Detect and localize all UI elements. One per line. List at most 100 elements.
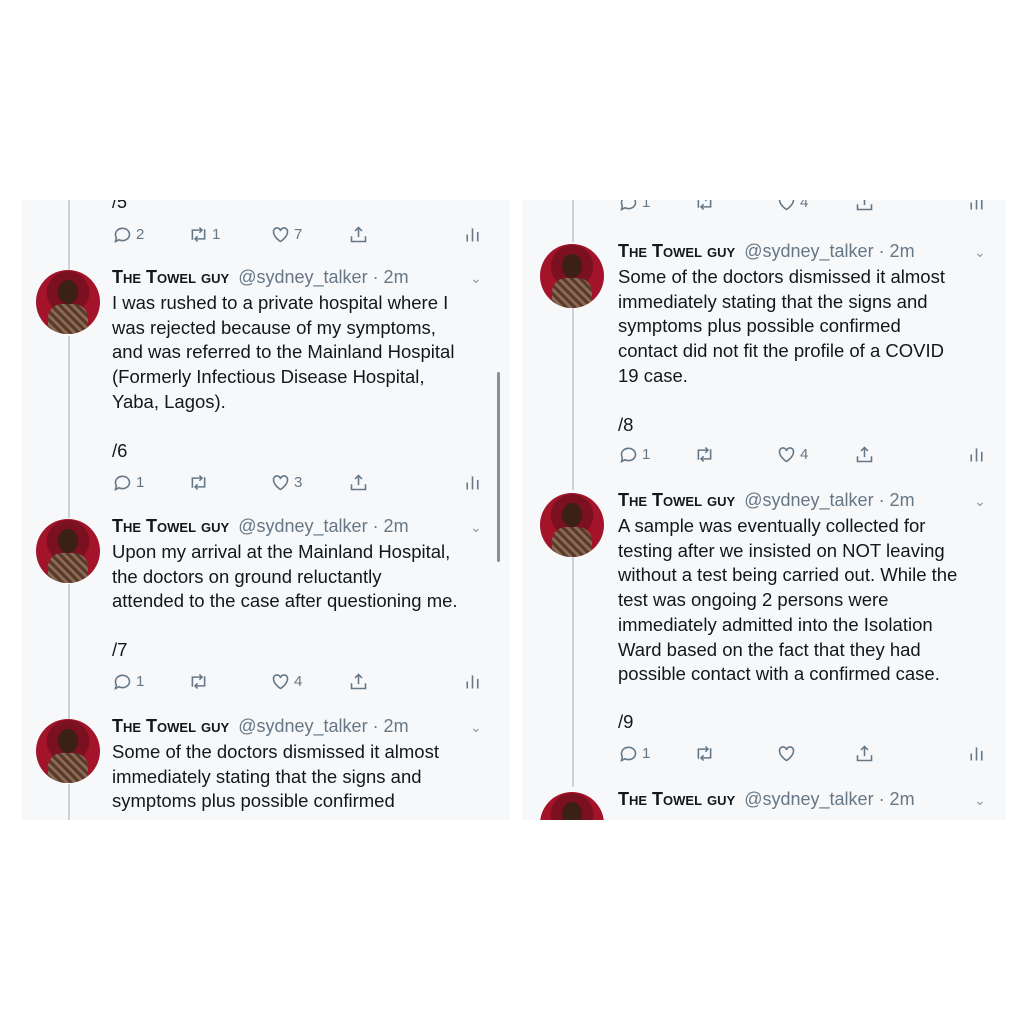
tweet-actions: 1 4 xyxy=(618,200,988,216)
retweet-button[interactable] xyxy=(188,472,209,493)
reply-icon xyxy=(620,200,637,211)
tweet-actions: 1 4 xyxy=(618,444,988,468)
chevron-down-icon[interactable]: ⌄ xyxy=(974,792,986,809)
retweet-icon xyxy=(191,673,206,690)
user-name[interactable]: The Towel guy xyxy=(618,789,735,809)
thread-line xyxy=(68,584,70,720)
analytics-icon xyxy=(466,675,479,689)
analytics-icon xyxy=(970,200,983,210)
user-handle[interactable]: @sydney_talker · 2m xyxy=(238,716,408,736)
like-button[interactable]: 4 xyxy=(776,200,808,213)
like-button[interactable]: 4 xyxy=(270,671,302,692)
heart-icon xyxy=(272,475,289,491)
retweet-button[interactable] xyxy=(694,444,715,465)
heart-icon xyxy=(778,746,795,762)
share-button[interactable] xyxy=(854,200,875,213)
analytics-button[interactable] xyxy=(462,224,483,245)
avatar[interactable] xyxy=(540,493,604,557)
like-button[interactable] xyxy=(776,743,800,764)
avatar[interactable] xyxy=(36,719,100,783)
retweet-button[interactable] xyxy=(694,200,715,213)
heart-icon xyxy=(778,447,795,463)
tweet-text: Some of the doctors dismissed it almost … xyxy=(618,266,945,386)
analytics-button[interactable] xyxy=(966,743,987,764)
tweet-text: I was rushed to a private hospital where… xyxy=(112,292,455,412)
heart-icon xyxy=(778,200,795,211)
user-handle[interactable]: @sydney_talker · 2m xyxy=(744,789,914,809)
retweet-icon xyxy=(191,226,206,243)
reply-button[interactable]: 1 xyxy=(618,200,650,213)
chevron-down-icon[interactable]: ⌄ xyxy=(470,719,482,736)
reply-button[interactable]: 1 xyxy=(112,472,144,493)
reply-button[interactable]: 1 xyxy=(112,671,144,692)
reply-icon xyxy=(114,475,131,491)
share-button[interactable] xyxy=(348,472,369,493)
retweet-button[interactable]: 1 xyxy=(188,224,220,245)
share-icon xyxy=(856,200,873,211)
chevron-down-icon[interactable]: ⌄ xyxy=(974,493,986,510)
reply-button[interactable]: 2 xyxy=(112,224,144,245)
thread-line xyxy=(68,336,70,518)
thread-line xyxy=(572,200,574,242)
analytics-button[interactable] xyxy=(462,671,483,692)
thread-counter: /9 xyxy=(618,711,634,732)
user-handle[interactable]: @sydney_talker · 2m xyxy=(238,516,408,536)
retweet-icon xyxy=(697,446,712,463)
retweet-button[interactable] xyxy=(188,671,209,692)
scrollbar[interactable] xyxy=(497,372,500,562)
share-icon xyxy=(350,474,367,491)
analytics-icon xyxy=(970,448,983,462)
reply-button[interactable]: 1 xyxy=(618,444,650,465)
share-button[interactable] xyxy=(854,444,875,465)
chevron-down-icon[interactable]: ⌄ xyxy=(470,519,482,536)
like-button[interactable]: 3 xyxy=(270,472,302,493)
reply-button[interactable]: 1 xyxy=(618,743,650,764)
analytics-icon xyxy=(466,476,479,490)
chevron-down-icon[interactable]: ⌄ xyxy=(470,270,482,287)
share-button[interactable] xyxy=(348,224,369,245)
reply-icon xyxy=(114,674,131,690)
thread-line xyxy=(572,557,574,787)
retweet-button[interactable] xyxy=(694,743,715,764)
analytics-button[interactable] xyxy=(966,444,987,465)
user-name[interactable]: The Towel guy xyxy=(112,716,229,736)
heart-icon xyxy=(272,227,289,243)
share-button[interactable] xyxy=(348,671,369,692)
thread-counter: /8 xyxy=(618,414,634,435)
reply-icon xyxy=(114,227,131,243)
tweet-actions: 1 4 xyxy=(112,671,482,695)
user-name[interactable]: The Towel guy xyxy=(112,267,229,287)
like-button[interactable]: 4 xyxy=(776,444,808,465)
share-icon xyxy=(856,446,873,463)
avatar[interactable] xyxy=(540,792,604,820)
analytics-button[interactable] xyxy=(966,200,987,213)
retweet-icon xyxy=(697,200,712,211)
user-name[interactable]: The Towel guy xyxy=(618,490,735,510)
avatar[interactable] xyxy=(540,244,604,308)
share-icon xyxy=(350,673,367,690)
user-handle[interactable]: @sydney_talker · 2m xyxy=(238,267,408,287)
thread-line xyxy=(572,308,574,490)
retweet-icon xyxy=(191,474,206,491)
analytics-icon xyxy=(466,228,479,242)
user-name[interactable]: The Towel guy xyxy=(618,241,735,261)
analytics-icon xyxy=(970,747,983,761)
retweet-icon xyxy=(697,745,712,762)
tweet-actions: 1 3 xyxy=(112,472,482,496)
share-button[interactable] xyxy=(854,743,875,764)
user-handle[interactable]: @sydney_talker · 2m xyxy=(744,241,914,261)
tweet-text: Some of the doctors dismissed it almost … xyxy=(112,741,439,812)
like-button[interactable]: 7 xyxy=(270,224,302,245)
share-icon xyxy=(856,745,873,762)
chevron-down-icon[interactable]: ⌄ xyxy=(974,244,986,261)
heart-icon xyxy=(272,674,289,690)
left-screenshot-panel: /5 2 1 7 The Towel guy @sydney_talker · … xyxy=(22,200,510,820)
user-handle[interactable]: @sydney_talker · 2m xyxy=(744,490,914,510)
analytics-button[interactable] xyxy=(462,472,483,493)
tweet-text: A sample was eventually collected for te… xyxy=(618,515,958,685)
tweet-text: Upon my arrival at the Mainland Hospital… xyxy=(112,541,458,612)
avatar[interactable] xyxy=(36,519,100,583)
avatar[interactable] xyxy=(36,270,100,334)
partial-counter: /5 xyxy=(112,200,128,212)
user-name[interactable]: The Towel guy xyxy=(112,516,229,536)
